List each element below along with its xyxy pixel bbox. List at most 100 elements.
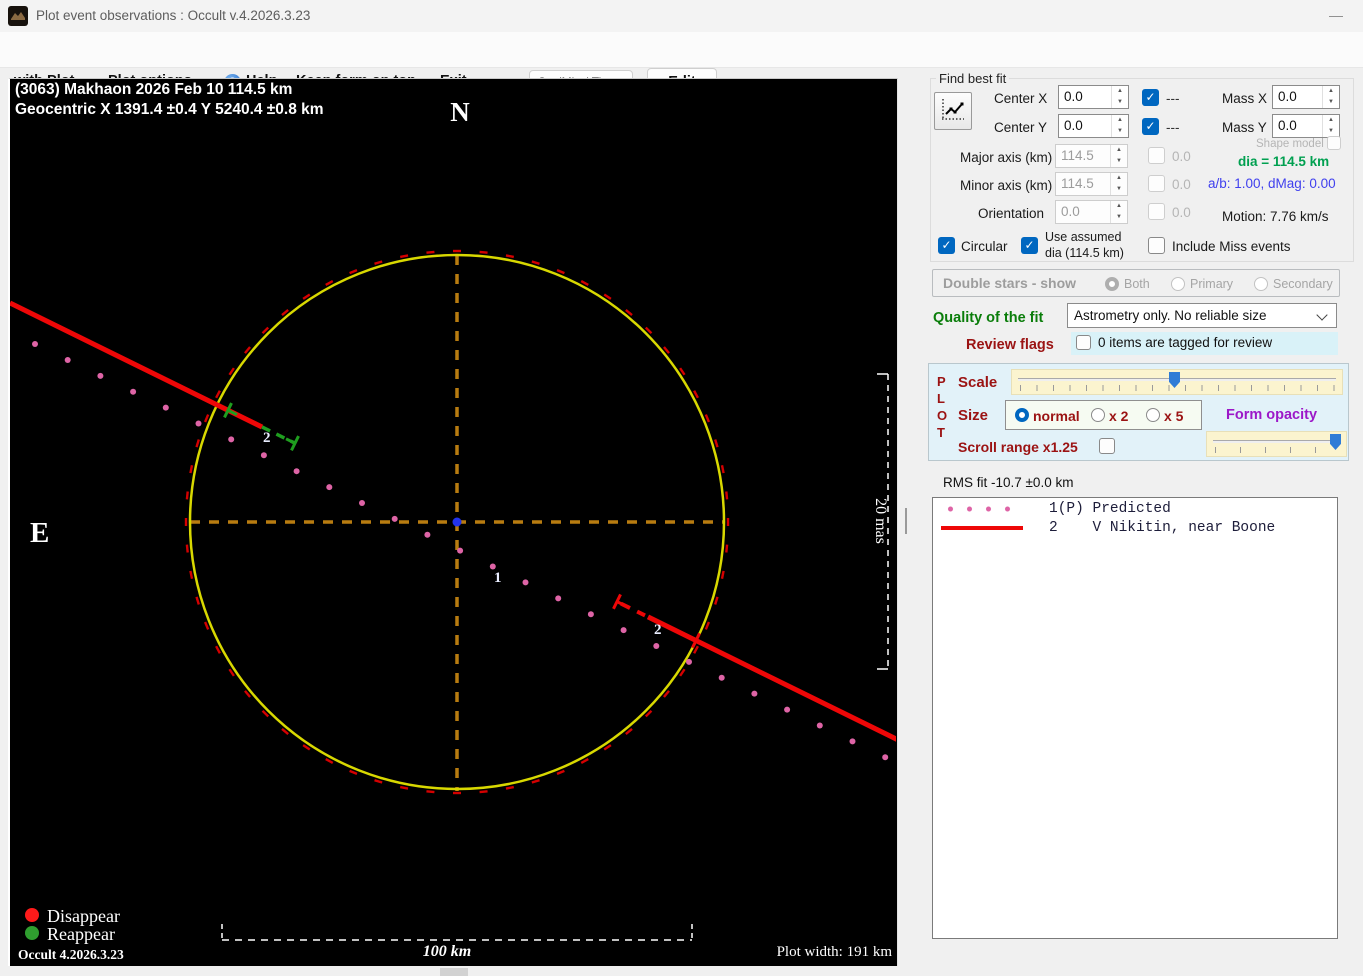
scroll-range-checkbox[interactable] xyxy=(1099,438,1115,454)
list-item[interactable]: 2V Nikitin, near Boone xyxy=(933,519,1337,536)
circular-checkbox[interactable]: ✓ xyxy=(938,237,955,254)
size-x2-radio[interactable] xyxy=(1091,408,1105,422)
double-stars-title: Double stars - show xyxy=(943,275,1077,291)
version-label: Occult 4.2026.3.23 xyxy=(18,947,124,962)
size-normal-label: normal xyxy=(1033,408,1080,424)
chord2-label-out: 2 xyxy=(654,622,662,638)
disappear-dot xyxy=(25,908,39,922)
app-icon xyxy=(8,6,28,26)
minor-axis-label: Minor axis (km) xyxy=(960,178,1053,193)
center-x-checkbox[interactable]: ✓ xyxy=(1142,89,1159,106)
quality-label: Quality of the fit xyxy=(933,310,1044,326)
north-label: N xyxy=(450,97,470,127)
scroll-range-label: Scroll range x1.25 xyxy=(958,439,1078,455)
app-window: Plot event observations : Occult v.4.202… xyxy=(0,0,1363,976)
primary-label: Primary xyxy=(1190,277,1234,291)
size-normal-radio[interactable] xyxy=(1015,408,1029,422)
disappear-label: Disappear xyxy=(47,906,120,926)
review-flags-checkbox[interactable] xyxy=(1076,335,1091,350)
major-axis-spinner: 114.5 ▲ ▼ xyxy=(1055,144,1128,168)
find-best-fit-title: Find best fit xyxy=(936,71,1010,86)
use-assumed-label1: Use assumed xyxy=(1045,230,1122,244)
minor-axis-flag: 0.0 xyxy=(1172,177,1191,192)
center-dot xyxy=(452,517,462,527)
shape-model-checkbox[interactable] xyxy=(1327,136,1341,150)
orientation-checkbox[interactable] xyxy=(1148,203,1165,220)
center-x-label: Center X xyxy=(994,91,1048,106)
center-y-spinner[interactable]: 0.0 ▲ ▼ xyxy=(1058,114,1129,138)
minimize-button[interactable]: — xyxy=(1316,0,1356,32)
list-item[interactable]: 1(P) Predicted xyxy=(933,500,1337,517)
form-opacity-label: Form opacity xyxy=(1226,407,1318,423)
review-flags-label: Review flags xyxy=(966,337,1054,353)
major-axis-checkbox[interactable] xyxy=(1148,147,1165,164)
reappear-dot xyxy=(25,926,39,940)
minor-axis-spinner: 114.5 ▲ ▼ xyxy=(1055,172,1128,196)
reappear-label: Reappear xyxy=(47,924,115,944)
use-assumed-checkbox[interactable]: ✓ xyxy=(1021,237,1038,254)
plot-letter-t: T xyxy=(937,425,945,440)
minor-axis-checkbox[interactable] xyxy=(1148,175,1165,192)
center-y-dash: --- xyxy=(1166,120,1180,135)
center-x-spinner[interactable]: 0.0 ▲ ▼ xyxy=(1058,85,1129,109)
scale-bar-label: 100 km xyxy=(423,943,471,960)
circular-label: Circular xyxy=(961,239,1008,254)
occultation-plot[interactable]: (3063) Makhaon 2026 Feb 10 114.5 km Geoc… xyxy=(8,78,900,966)
orientation-spinner: 0.0 ▲ ▼ xyxy=(1055,200,1128,224)
ab-dmag-label: a/b: 1.00, dMag: 0.00 xyxy=(1208,176,1336,191)
secondary-label: Secondary xyxy=(1273,277,1333,291)
bottom-grip[interactable] xyxy=(440,968,468,976)
form-opacity-slider[interactable] xyxy=(1206,431,1347,457)
chord1-label: 1 xyxy=(494,570,502,586)
predicted-line-sample xyxy=(941,505,1023,512)
menu-bar: with Plot... Plot options... ? Help Keep… xyxy=(0,32,1363,96)
observed-line-sample xyxy=(941,525,1023,530)
plot-letter-o: O xyxy=(937,408,948,423)
chord-layer xyxy=(8,300,900,761)
plot-letter-p: P xyxy=(937,374,946,389)
plot-letter-l: L xyxy=(937,391,945,406)
title-bar: Plot event observations : Occult v.4.202… xyxy=(0,0,1363,32)
include-miss-checkbox[interactable] xyxy=(1148,237,1165,254)
center-y-label: Center Y xyxy=(994,120,1048,135)
window-title: Plot event observations : Occult v.4.202… xyxy=(36,8,311,23)
splitter-handle[interactable] xyxy=(905,508,907,534)
east-label: E xyxy=(30,517,49,549)
secondary-radio[interactable] xyxy=(1254,277,1268,291)
mass-x-label: Mass X xyxy=(1222,91,1268,106)
shape-model-label: Shape model xyxy=(1256,138,1324,150)
chevron-down-icon xyxy=(1316,309,1328,321)
size-x5-radio[interactable] xyxy=(1146,408,1160,422)
chart-icon xyxy=(942,98,964,120)
plot-title-line2: Geocentric X 1391.4 ±0.4 Y 5240.4 ±0.8 k… xyxy=(15,101,324,118)
mass-x-spinner[interactable]: 0.0 ▲ ▼ xyxy=(1272,85,1340,109)
include-miss-label: Include Miss events xyxy=(1172,239,1291,254)
review-flags-box: 0 items are tagged for review xyxy=(1071,332,1338,355)
quality-dropdown[interactable]: Astrometry only. No reliable size xyxy=(1067,303,1337,328)
fit-list[interactable]: 1(P) Predicted 2V Nikitin, near Boone xyxy=(932,497,1338,939)
both-radio[interactable] xyxy=(1105,277,1119,291)
fit-chart-button[interactable] xyxy=(934,92,972,130)
major-axis-flag: 0.0 xyxy=(1172,149,1191,164)
dia-label: dia = 114.5 km xyxy=(1238,154,1330,169)
chord2-label-in: 2 xyxy=(263,430,271,446)
motion-label: Motion: 7.76 km/s xyxy=(1222,209,1329,224)
center-y-checkbox[interactable]: ✓ xyxy=(1142,118,1159,135)
orientation-label: Orientation xyxy=(978,206,1045,221)
use-assumed-label2: dia (114.5 km) xyxy=(1045,246,1124,260)
primary-radio[interactable] xyxy=(1171,277,1185,291)
rms-fit-label: RMS fit -10.7 ±0.0 km xyxy=(943,475,1074,490)
double-stars-group: Double stars - show Both Primary Seconda… xyxy=(932,269,1340,297)
both-label: Both xyxy=(1124,277,1150,291)
plot-title-line1: (3063) Makhaon 2026 Feb 10 114.5 km xyxy=(15,81,292,98)
scale-slider[interactable] xyxy=(1011,369,1343,395)
scale-label: Scale xyxy=(958,374,998,391)
major-axis-label: Major axis (km) xyxy=(960,150,1053,165)
size-x5-label: x 5 xyxy=(1164,408,1184,424)
orientation-flag: 0.0 xyxy=(1172,205,1191,220)
plot-width-label: Plot width: 191 km xyxy=(777,944,893,960)
mas-label: 20 mas xyxy=(872,498,889,544)
center-x-dash: --- xyxy=(1166,91,1180,106)
mass-y-spinner[interactable]: 0.0 ▲ ▼ xyxy=(1272,114,1340,138)
mass-y-label: Mass Y xyxy=(1222,120,1267,135)
